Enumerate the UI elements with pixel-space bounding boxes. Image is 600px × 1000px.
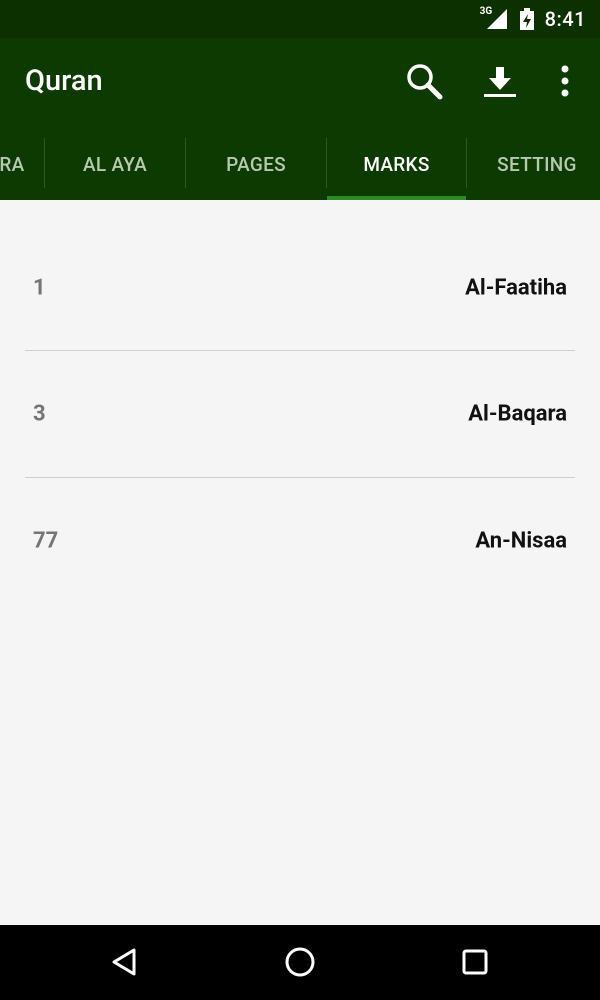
home-button[interactable]: [275, 939, 325, 989]
navigation-bar: [0, 925, 600, 1000]
back-icon: [110, 947, 140, 981]
mark-number: 3: [33, 401, 46, 427]
tab-pages[interactable]: PAGES: [186, 128, 326, 200]
network-type: 3G: [479, 6, 493, 17]
more-options-button[interactable]: [542, 60, 588, 106]
tab-al-aya[interactable]: AL AYA: [45, 128, 185, 200]
mark-name: Al-Baqara: [468, 401, 567, 427]
back-button[interactable]: [100, 939, 150, 989]
search-button[interactable]: [401, 60, 447, 106]
signal-icon: 3G: [479, 6, 509, 31]
mark-number: 77: [33, 528, 59, 554]
status-time: 8:41: [544, 7, 586, 31]
list-item[interactable]: 77 An-Nisaa: [25, 478, 575, 604]
more-vert-icon: [559, 63, 571, 103]
home-icon: [284, 946, 316, 982]
app-bar: Quran: [0, 38, 600, 128]
tab-bar: RA AL AYA PAGES MARKS SETTING: [0, 128, 600, 200]
list-item[interactable]: 3 Al-Baqara: [25, 351, 575, 477]
download-button[interactable]: [477, 60, 523, 106]
recents-icon: [461, 948, 489, 980]
tab-sura[interactable]: RA: [0, 128, 44, 200]
app-title: Quran: [25, 64, 103, 98]
tab-label: MARKS: [363, 152, 430, 176]
mark-name: An-Nisaa: [475, 528, 567, 554]
marks-list: 1 Al-Faatiha 3 Al-Baqara 77 An-Nisaa: [0, 200, 600, 925]
search-icon: [404, 61, 444, 105]
status-bar: 3G 8:41: [0, 0, 600, 38]
tab-label: PAGES: [226, 152, 286, 176]
recents-button[interactable]: [450, 939, 500, 989]
mark-name: Al-Faatiha: [465, 275, 567, 301]
tab-marks[interactable]: MARKS: [327, 128, 466, 200]
tab-label: AL AYA: [82, 152, 148, 176]
tab-label: RA: [0, 152, 25, 176]
tab-setting[interactable]: SETTING: [467, 128, 600, 200]
mark-number: 1: [33, 275, 46, 301]
list-item[interactable]: 1 Al-Faatiha: [25, 225, 575, 351]
battery-icon: [519, 7, 535, 31]
tab-label: SETTING: [497, 152, 577, 176]
download-icon: [480, 61, 520, 105]
